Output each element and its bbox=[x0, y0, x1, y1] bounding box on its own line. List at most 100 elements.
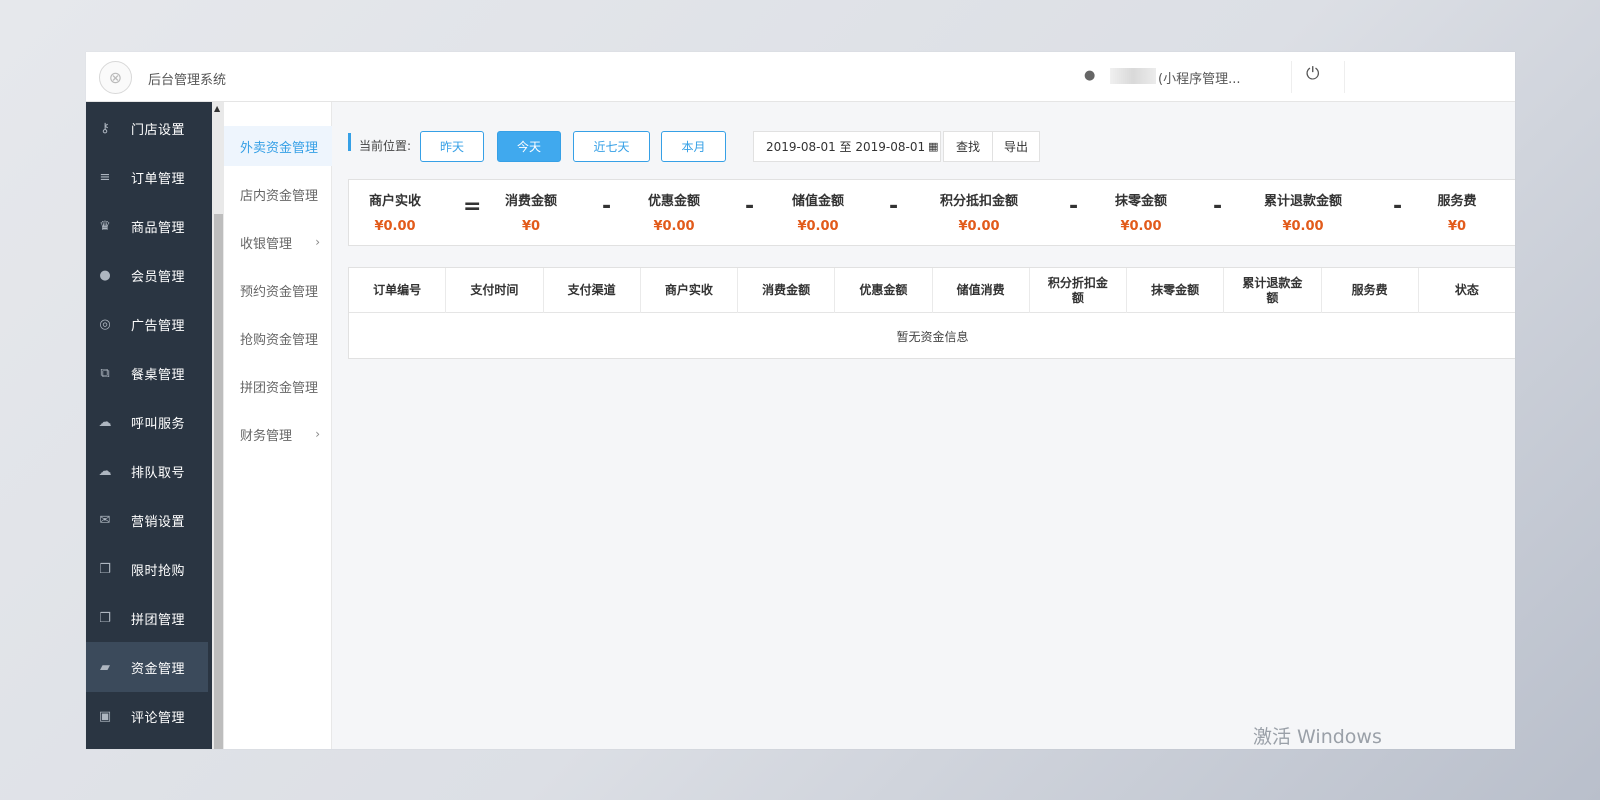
sidebar-item-label: 营销设置 bbox=[130, 514, 185, 530]
summary-item: 商户实收 ¥0.00 bbox=[335, 180, 455, 234]
summary-label: 累计退款金额 bbox=[1263, 194, 1342, 209]
export-button[interactable]: 导出 bbox=[992, 131, 1040, 162]
user-name[interactable]: (小程序管理... bbox=[1158, 68, 1240, 87]
submenu-item[interactable]: 店内资金管理 bbox=[224, 174, 332, 214]
summary-operator: = bbox=[463, 194, 482, 219]
summary-label: 商户实收 bbox=[368, 194, 421, 209]
sidebar-item[interactable]: ☁ 排队取号 bbox=[86, 446, 208, 496]
submenu-item[interactable]: 收银管理 › bbox=[224, 222, 332, 262]
app-title: 后台管理系统 bbox=[148, 73, 227, 88]
summary-label: 积分抵扣金额 bbox=[939, 194, 1018, 209]
sidebar-item-label: 评论管理 bbox=[130, 710, 185, 726]
sidebar-item[interactable]: ⚷ 门店设置 bbox=[86, 103, 208, 153]
table-column-header: 消费金额 bbox=[738, 268, 836, 313]
sidebar-item[interactable]: ≡ 订单管理 bbox=[86, 152, 208, 202]
sidebar-item-label: 资金管理 bbox=[130, 661, 185, 677]
summary-operator: - bbox=[602, 194, 612, 219]
summary-item: 抹零金额 ¥0.00 bbox=[1081, 180, 1201, 234]
trophy-icon: ♛ bbox=[99, 218, 111, 234]
summary-label: 优惠金额 bbox=[647, 194, 700, 209]
table-column-header: 优惠金额 bbox=[835, 268, 933, 313]
filter-today-button[interactable]: 今天 bbox=[497, 131, 561, 162]
sidebar-item-label: 门店设置 bbox=[130, 122, 185, 138]
summary-value: ¥0.00 bbox=[1282, 219, 1324, 234]
sidebar-item[interactable]: ⧉ 餐桌管理 bbox=[86, 348, 208, 398]
filter-month-button[interactable]: 本月 bbox=[661, 131, 726, 162]
table-column-header: 服务费 bbox=[1322, 268, 1419, 313]
sidebar-item[interactable]: ✉ 营销设置 bbox=[86, 495, 208, 545]
submenu-item-label: 店内资金管理 bbox=[240, 188, 319, 204]
sidebar-item[interactable]: ▰ 资金管理 bbox=[86, 642, 208, 692]
summary-item: 消费金额 ¥0 bbox=[471, 180, 591, 234]
sidebar-item-label: 订单管理 bbox=[130, 171, 185, 187]
user-icon: ● bbox=[1084, 68, 1096, 83]
sidebar-item[interactable]: ☁ 呼叫服务 bbox=[86, 397, 208, 447]
filter-yesterday-button[interactable]: 昨天 bbox=[420, 131, 484, 162]
sidebar-item[interactable]: ❐ 限时抢购 bbox=[86, 544, 208, 594]
key-icon: ⚷ bbox=[100, 120, 110, 136]
sub-menu: 外卖资金管理 店内资金管理 收银管理 › 预约资金管理 抢购资金管理 拼团资金管理 财务管理 › bbox=[224, 102, 332, 749]
sidebar-item-label: 呼叫服务 bbox=[130, 416, 185, 432]
date-range-input[interactable]: 2019-08-01 至 2019-08-01 ▦ bbox=[753, 131, 941, 162]
summary-item: 优惠金额 ¥0.00 bbox=[614, 180, 734, 234]
money-icon: ▣ bbox=[98, 708, 112, 724]
sidebar-item-label: 限时抢购 bbox=[130, 563, 185, 579]
filter-7days-button[interactable]: 近七天 bbox=[573, 131, 650, 162]
summary-value: ¥0 bbox=[1447, 219, 1467, 234]
submenu-item[interactable]: 外卖资金管理 bbox=[224, 126, 332, 166]
table-column-header: 支付渠道 bbox=[544, 268, 641, 313]
empty-message: 暂无资金信息 bbox=[896, 329, 969, 344]
user-name-masked bbox=[1110, 68, 1156, 84]
submenu-item-label: 拼团资金管理 bbox=[240, 380, 319, 396]
table-column-header: 累计退款金额 bbox=[1224, 268, 1322, 313]
summary-operator: - bbox=[1069, 194, 1079, 219]
sidebar-item-label: 商品管理 bbox=[130, 220, 185, 236]
main-sidebar: ⚷ 门店设置 ≡ 订单管理 ♛ 商品管理 ● 会员管理 ◎ 广告管理 ⧉ 餐桌管理 ☁ 呼叫服务 ☁ 排队取号… bbox=[86, 102, 212, 749]
power-icon[interactable]: ⏻ bbox=[1306, 64, 1319, 84]
table-column-header: 状态 bbox=[1419, 268, 1515, 313]
book-icon: ▰ bbox=[100, 659, 110, 675]
summary-label: 抹零金额 bbox=[1114, 194, 1167, 209]
logo-icon: ⊗ bbox=[99, 61, 132, 94]
calendar-icon: ▦ bbox=[928, 140, 939, 153]
main-content: 当前位置: 昨天 今天 近七天 本月 2019-08-01 至 2019-08-… bbox=[332, 102, 1515, 749]
scroll-up-arrow-icon[interactable]: ▲ bbox=[214, 104, 220, 113]
sidebar-item[interactable]: ● 会员管理 bbox=[86, 250, 208, 300]
sidebar-item[interactable]: ❐ 拼团管理 bbox=[86, 593, 208, 643]
search-button[interactable]: 查找 bbox=[943, 131, 993, 162]
binoculars-icon: ⧉ bbox=[100, 365, 110, 381]
sidebar-scrollbar[interactable]: ▲ bbox=[212, 102, 224, 749]
submenu-item[interactable]: 财务管理 › bbox=[224, 414, 332, 454]
top-header: ⊗ 后台管理系统 ● (小程序管理... ⏻ bbox=[86, 52, 1515, 102]
user-icon: ● bbox=[99, 267, 111, 283]
submenu-item[interactable]: 拼团资金管理 bbox=[224, 366, 332, 406]
funds-table: 订单编号 支付时间 支付渠道 商户实收 消费金额 优惠金额 储值消费 积分折扣金额 抹零金额 累计… bbox=[348, 267, 1515, 359]
summary-panel: 商户实收 ¥0.00 消费金额 ¥0 优惠金额 ¥0.00 储值金额 ¥0.00 积分抵扣金额 ¥… bbox=[348, 179, 1515, 246]
sidebar-item[interactable]: ♛ 商品管理 bbox=[86, 201, 208, 251]
cloud-icon: ☁ bbox=[98, 463, 112, 479]
gift-icon: ✉ bbox=[99, 512, 111, 528]
sidebar-item[interactable]: ◎ 广告管理 bbox=[86, 299, 208, 349]
submenu-item[interactable]: 预约资金管理 bbox=[224, 270, 332, 310]
breadcrumb-marker bbox=[348, 133, 351, 151]
table-column-header: 抹零金额 bbox=[1127, 268, 1225, 313]
submenu-item-label: 预约资金管理 bbox=[240, 284, 319, 300]
summary-label: 服务费 bbox=[1437, 194, 1477, 209]
summary-item: 积分抵扣金额 ¥0.00 bbox=[919, 180, 1039, 234]
submenu-item-label: 收银管理 bbox=[240, 236, 293, 252]
sidebar-item[interactable]: ▣ 评论管理 bbox=[86, 691, 208, 741]
sidebar-item-label: 拼团管理 bbox=[130, 612, 185, 628]
summary-value: ¥0.00 bbox=[1120, 219, 1162, 234]
submenu-item[interactable]: 抢购资金管理 bbox=[224, 318, 332, 358]
scroll-thumb[interactable] bbox=[214, 214, 223, 749]
table-column-header: 储值消费 bbox=[933, 268, 1030, 313]
summary-value: ¥0.00 bbox=[958, 219, 1000, 234]
submenu-item-label: 外卖资金管理 bbox=[240, 140, 319, 156]
cloud-icon: ☁ bbox=[98, 414, 112, 430]
summary-operator: - bbox=[1213, 194, 1223, 219]
app-window: ⊗ 后台管理系统 ● (小程序管理... ⏻ ⚷ 门店设置 ≡ 订单管理 ♛ 商品管理 ● 会… bbox=[86, 52, 1515, 749]
summary-operator: - bbox=[745, 194, 755, 219]
header-divider bbox=[1344, 61, 1345, 93]
chevron-right-icon: › bbox=[315, 427, 320, 441]
table-column-header: 支付时间 bbox=[446, 268, 544, 313]
